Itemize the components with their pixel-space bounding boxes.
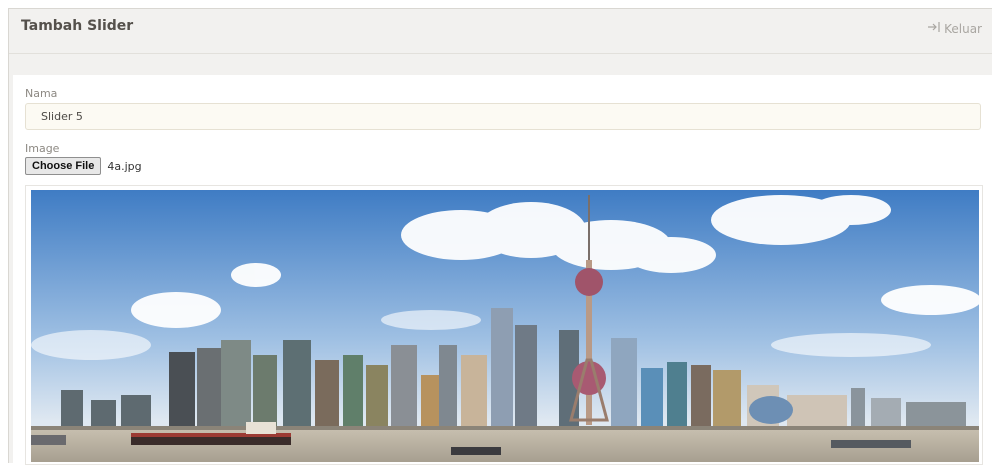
image-label: Image (25, 142, 60, 155)
form-panel: Nama Slider 5 Image Choose File 4a.jpg (13, 75, 992, 465)
city-skyline-photo (31, 190, 979, 462)
page-header: Tambah Slider Keluar (9, 9, 992, 54)
logout-label: Keluar (944, 21, 982, 36)
file-input[interactable]: Choose File 4a.jpg (25, 157, 142, 175)
logout-link[interactable]: Keluar (927, 21, 982, 36)
logout-icon (927, 21, 941, 36)
page-title: Tambah Slider (21, 18, 134, 34)
nama-label: Nama (25, 87, 58, 100)
file-name: 4a.jpg (107, 159, 142, 173)
nama-input[interactable]: Slider 5 (25, 103, 981, 130)
image-preview (25, 185, 983, 465)
choose-file-button[interactable]: Choose File (25, 157, 102, 175)
app-frame: Tambah Slider Keluar Nama Slider 5 Image… (8, 8, 992, 465)
